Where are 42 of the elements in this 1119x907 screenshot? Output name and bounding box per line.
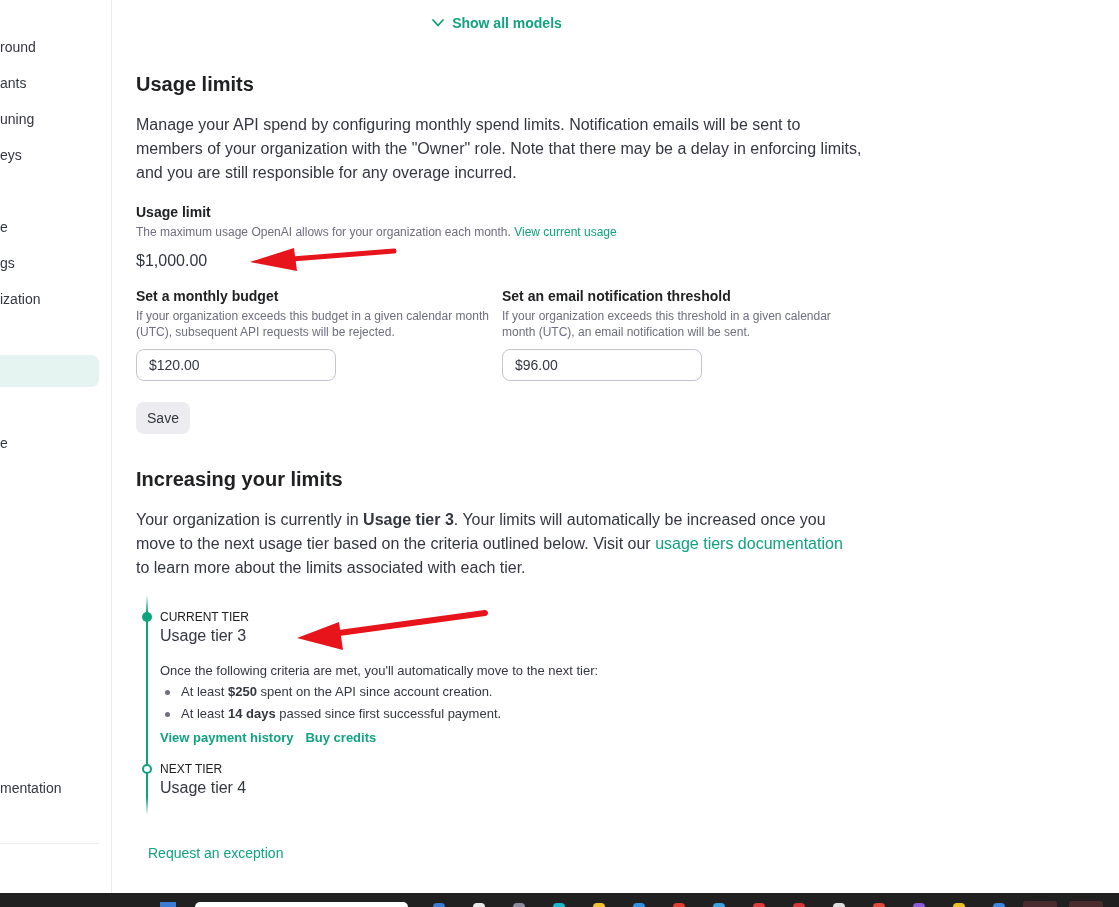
sidebar-item[interactable]: gs bbox=[0, 245, 99, 281]
section-heading: Increasing your limits bbox=[136, 467, 343, 492]
ring-icon bbox=[142, 764, 152, 774]
tier-caption: CURRENT TIER bbox=[160, 609, 249, 625]
field-label: Set an email notification threshold bbox=[502, 287, 731, 305]
app-icon[interactable] bbox=[713, 903, 725, 907]
app-icon[interactable] bbox=[833, 903, 845, 907]
bullet-icon bbox=[165, 689, 170, 695]
usage-limit-value: $1,000.00 bbox=[136, 251, 208, 271]
tier-caption: NEXT TIER bbox=[160, 761, 223, 777]
filled-circle-icon bbox=[142, 612, 152, 622]
sidebar-item[interactable]: ants bbox=[0, 65, 99, 101]
tier-name: Usage tier 4 bbox=[160, 778, 247, 798]
app-icon[interactable] bbox=[553, 903, 565, 907]
save-button[interactable]: Save bbox=[136, 402, 190, 434]
sidebar-item[interactable]: e bbox=[0, 425, 99, 461]
search-field[interactable] bbox=[195, 902, 408, 907]
field-hint: If your organization exceeds this threshold in a given calendar month (UTC), an email notification will be sent. bbox=[502, 308, 832, 340]
sidebar-item[interactable]: ization bbox=[0, 281, 99, 317]
section-heading: Usage limits bbox=[136, 72, 254, 97]
sidebar-item[interactable]: mentation bbox=[0, 770, 99, 806]
field-label: Set a monthly budget bbox=[136, 287, 279, 305]
app-icon[interactable] bbox=[953, 903, 965, 907]
field-hint: The maximum usage OpenAI allows for your organization each month. View current usage bbox=[136, 224, 617, 240]
sidebar-item[interactable]: round bbox=[0, 29, 99, 65]
app-icon[interactable] bbox=[473, 903, 485, 907]
chevron-down-icon bbox=[432, 19, 445, 27]
section-description: Manage your API spend by configuring monthly spend limits. Notification emails will be sent to members of your organization with the "Owner" role. Note that there may be a delay in enforcing limits, and you are still responsible for any overage incurred. bbox=[136, 115, 863, 183]
amount-input[interactable]: $96.00 bbox=[502, 349, 702, 381]
field-hint: If your organization exceeds this budget in a given calendar month (UTC), subsequent API requests will be rejected. bbox=[136, 308, 490, 340]
tier-name: Usage tier 3 bbox=[160, 626, 247, 646]
sidebar-item[interactable]: uning bbox=[0, 101, 99, 137]
bullet-icon bbox=[165, 711, 170, 717]
app-icon[interactable] bbox=[593, 903, 605, 907]
sidebar-item[interactable]: eys bbox=[0, 137, 99, 173]
criteria-item: At least 14 days passed since first successful payment. bbox=[181, 705, 502, 723]
criteria-item: At least $250 spent on the API since account creation. bbox=[181, 683, 493, 701]
field-label: Usage limit bbox=[136, 203, 211, 221]
amount-input[interactable]: $120.00 bbox=[136, 349, 336, 381]
criteria-intro: Once the following criteria are met, you'll automatically move to the next tier: bbox=[160, 662, 599, 680]
sidebar-item[interactable]: e bbox=[0, 209, 99, 245]
section-description: Your organization is currently in Usage tier 3. Your limits will automatically be increased once you move to the next usage tier based on the criteria outlined below. Visit our usage tiers documentation to learn more about the limits associated with each tier. bbox=[136, 510, 844, 578]
